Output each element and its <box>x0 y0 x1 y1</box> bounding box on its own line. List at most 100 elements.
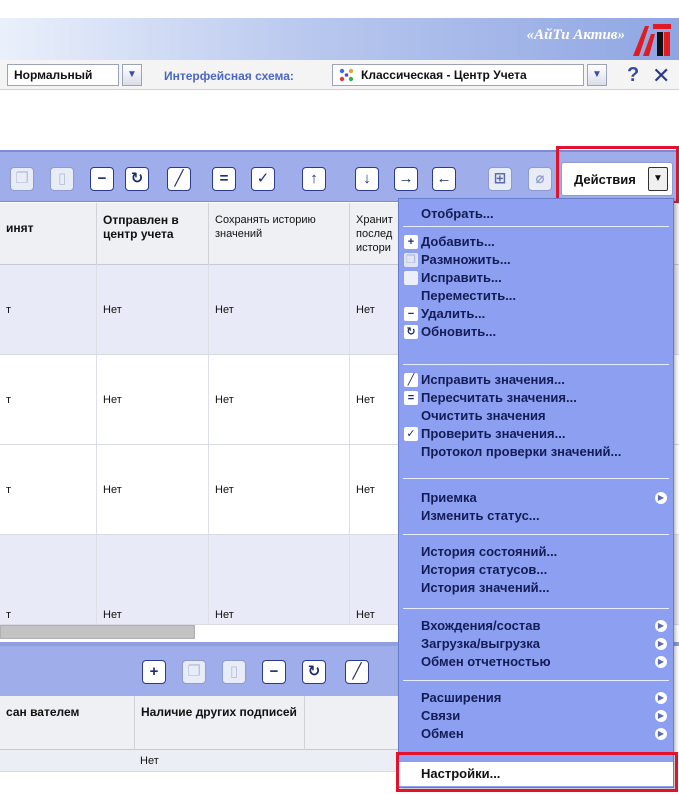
table-cell: Нет <box>209 265 350 354</box>
menu-item-edit[interactable]: Исправить... <box>399 269 673 287</box>
refresh-icon[interactable]: ↻ <box>125 167 149 191</box>
menu-item-label: История значений... <box>421 580 550 595</box>
column-header[interactable]: Сохранять историю значений <box>209 203 350 265</box>
menu-separator <box>403 478 669 479</box>
menu-item-label: Исправить... <box>421 270 502 285</box>
bottom-toolbar: + ❐ ▯ − ↻ ╱ <box>0 646 400 696</box>
equals-icon[interactable]: = <box>212 167 236 191</box>
menu-item-label: Приемка <box>421 490 477 505</box>
add-icon[interactable]: + <box>142 660 166 684</box>
menu-item-exchange[interactable]: Обмен ▶ <box>399 725 673 743</box>
close-icon[interactable]: ✕ <box>652 63 670 89</box>
menu-item-recalculate[interactable]: = Пересчитать значения... <box>399 389 673 407</box>
menu-separator <box>403 680 669 681</box>
submenu-arrow-icon: ▶ <box>655 692 667 704</box>
column-header[interactable]: Наличие других подписей <box>135 696 305 750</box>
equals-icon: = <box>404 391 418 405</box>
arrow-left-icon[interactable]: ← <box>432 167 456 191</box>
menu-item-add[interactable]: + Добавить... <box>399 233 673 251</box>
menu-item-status-history[interactable]: История статусов... <box>399 561 673 579</box>
scheme-icon <box>339 68 354 82</box>
table-cell: Нет <box>97 535 209 624</box>
submenu-arrow-icon: ▶ <box>655 656 667 668</box>
menu-item-change-status[interactable]: Изменить статус... <box>399 507 673 525</box>
menu-item-value-history[interactable]: История значений... <box>399 579 673 597</box>
menu-item-label: Исправить значения... <box>421 372 565 387</box>
submenu-arrow-icon: ▶ <box>655 638 667 650</box>
minus-icon[interactable]: − <box>262 660 286 684</box>
menu-item-duplicate[interactable]: ❐ Размножить... <box>399 251 673 269</box>
new-doc-icon[interactable]: ▯ <box>222 660 246 684</box>
menu-item-composition[interactable]: Вхождения/состав ▶ <box>399 617 673 635</box>
menu-separator <box>403 534 669 535</box>
table-cell: т <box>0 535 97 624</box>
mode-select[interactable]: Нормальный <box>7 64 119 86</box>
menu-item-edit-values[interactable]: ╱ Исправить значения... <box>399 371 673 389</box>
menu-item-label: Обновить... <box>421 324 497 339</box>
horizontal-scrollbar[interactable] <box>0 625 195 639</box>
menu-item-label: Удалить... <box>421 306 486 321</box>
pencil-icon[interactable]: ╱ <box>345 660 369 684</box>
scheme-select[interactable]: Классическая - Центр Учета <box>332 64 584 86</box>
menu-item-extensions[interactable]: Расширения ▶ <box>399 689 673 707</box>
menu-item-label: История статусов... <box>421 562 548 577</box>
column-header[interactable]: сан вателем <box>0 696 135 750</box>
table-row[interactable]: Нет <box>0 750 400 772</box>
submenu-arrow-icon: ▶ <box>655 728 667 740</box>
copy-icon[interactable]: ❐ <box>10 167 34 191</box>
menu-item-delete[interactable]: − Удалить... <box>399 305 673 323</box>
bottom-grid-header: сан вателем Наличие других подписей <box>0 696 400 750</box>
mode-chevron-down-icon[interactable]: ▼ <box>122 64 142 86</box>
scheme-value: Классическая - Центр Учета <box>361 68 527 82</box>
menu-item-acceptance[interactable]: Приемка ▶ <box>399 489 673 507</box>
arrow-right-icon[interactable]: → <box>394 167 418 191</box>
mode-value: Нормальный <box>14 68 93 82</box>
menu-item-label: Очистить значения <box>421 408 546 423</box>
minus-icon[interactable]: − <box>90 167 114 191</box>
menu-item-state-history[interactable]: История состояний... <box>399 543 673 561</box>
excel-icon[interactable]: ⊞ <box>488 167 512 191</box>
arrow-down-icon[interactable]: ↓ <box>355 167 379 191</box>
submenu-arrow-icon: ▶ <box>655 492 667 504</box>
menu-item-refresh[interactable]: ↻ Обновить... <box>399 323 673 341</box>
new-doc-icon[interactable]: ▯ <box>50 167 74 191</box>
copy-icon[interactable]: ❐ <box>182 660 206 684</box>
pencil-icon[interactable]: ╱ <box>167 167 191 191</box>
table-cell: Нет <box>209 535 350 624</box>
menu-item-report-exchange[interactable]: Обмен отчетностью ▶ <box>399 653 673 671</box>
column-header[interactable]: Отправлен в центр учета <box>97 203 209 265</box>
table-cell: Нет <box>209 355 350 444</box>
menu-item-import-export[interactable]: Загрузка/выгрузка ▶ <box>399 635 673 653</box>
menu-item-check-values[interactable]: ✓ Проверить значения... <box>399 425 673 443</box>
menu-separator <box>403 226 669 227</box>
menu-item-check-log[interactable]: Протокол проверки значений... <box>399 443 673 461</box>
menu-item-label: Проверить значения... <box>421 426 566 441</box>
menu-separator <box>403 364 669 365</box>
minus-icon: − <box>404 307 418 321</box>
help-icon[interactable]: ? <box>627 64 639 87</box>
menu-item-clear-values[interactable]: Очистить значения <box>399 407 673 425</box>
table-cell: т <box>0 265 97 354</box>
table-cell: Нет <box>209 445 350 534</box>
brand-bar: «АйТи Актив» <box>0 18 679 60</box>
arrow-up-icon[interactable]: ↑ <box>302 167 326 191</box>
menu-item-select[interactable]: Отобрать... <box>399 205 673 223</box>
table-cell: т <box>0 445 97 534</box>
scheme-chevron-down-icon[interactable]: ▼ <box>587 64 607 86</box>
column-header[interactable]: инят <box>0 203 97 265</box>
menu-item-label: Протокол проверки значений... <box>421 444 622 459</box>
menu-item-label: Загрузка/выгрузка <box>421 636 540 651</box>
check-icon[interactable]: ✓ <box>251 167 275 191</box>
menu-item-label: Связи <box>421 708 461 723</box>
refresh-icon: ↻ <box>404 325 418 339</box>
attach-icon[interactable]: ⌀ <box>528 167 552 191</box>
refresh-icon[interactable]: ↻ <box>302 660 326 684</box>
actions-highlight <box>556 146 679 204</box>
plus-icon: + <box>404 235 418 249</box>
menu-item-links[interactable]: Связи ▶ <box>399 707 673 725</box>
menu-item-move[interactable]: Переместить... <box>399 287 673 305</box>
scheme-label: Интерфейсная схема: <box>164 69 294 83</box>
menu-item-label: Отобрать... <box>421 206 494 221</box>
menu-item-label: Вхождения/состав <box>421 618 541 633</box>
doc-icon <box>404 271 418 285</box>
